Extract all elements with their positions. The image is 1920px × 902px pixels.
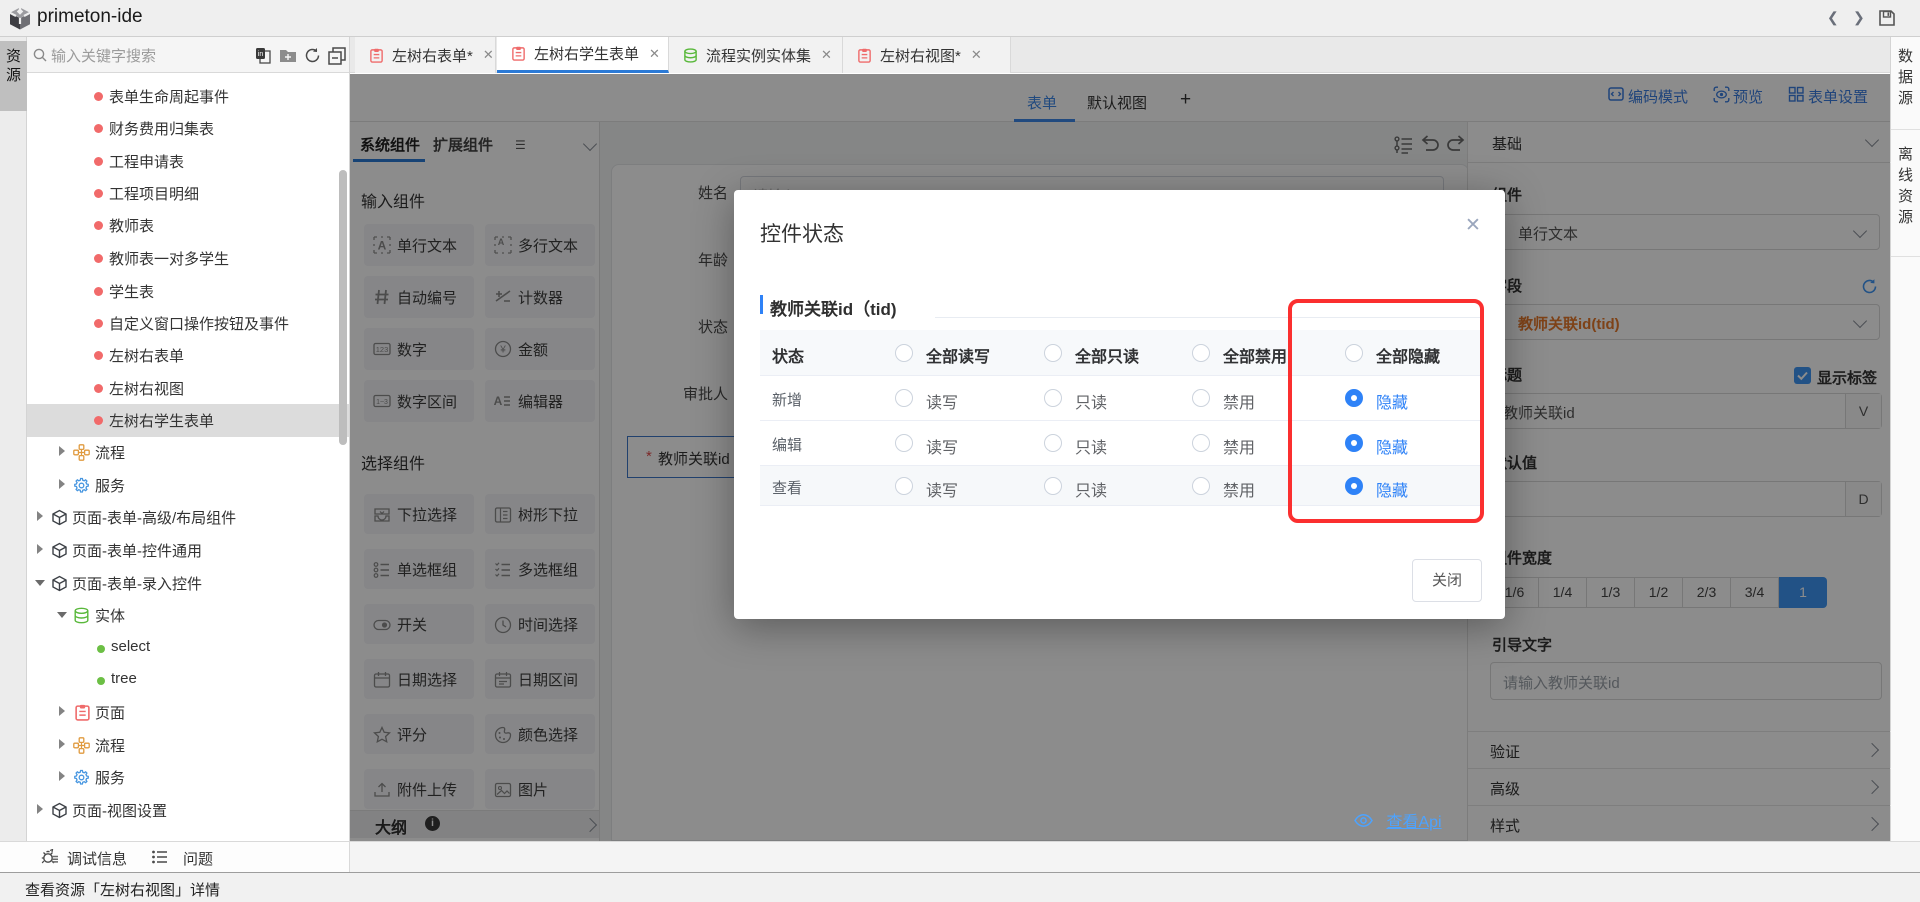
svg-text:in: in [258, 51, 264, 58]
